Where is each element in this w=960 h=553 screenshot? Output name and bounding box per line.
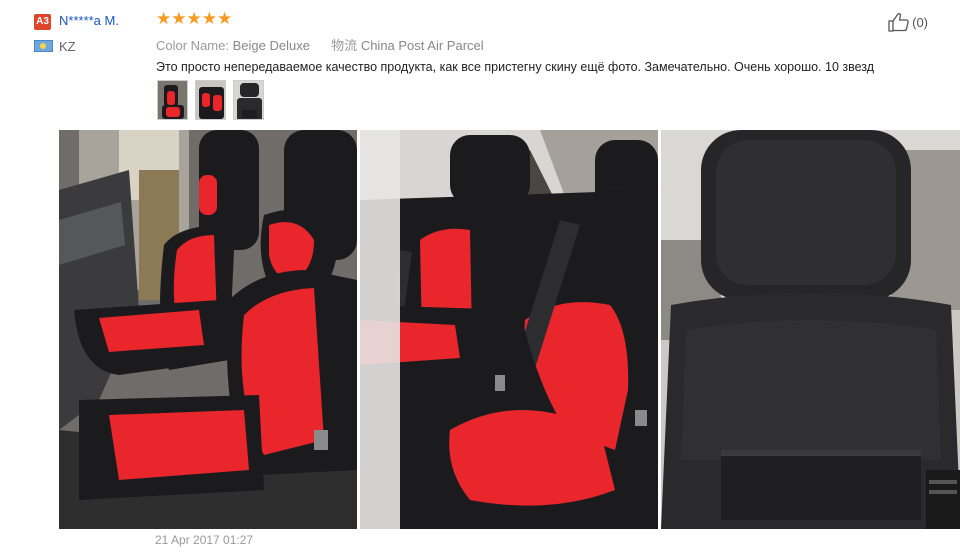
helpful-count: (0) <box>912 14 928 30</box>
flag-icon <box>34 40 53 52</box>
shipping-label: 物流 <box>331 38 358 53</box>
review-photo-front-seats[interactable] <box>59 130 357 529</box>
color-label: Color Name: <box>156 38 229 53</box>
photo-thumbnail[interactable] <box>195 80 226 120</box>
star-icon: ★ <box>217 9 233 28</box>
level-badge: A3 <box>34 14 51 30</box>
review-photo-rear-bench[interactable] <box>360 130 658 529</box>
review-text: Это просто непередаваемое качество проду… <box>156 60 875 74</box>
helpful-button[interactable]: (0) <box>888 12 928 32</box>
reviewer-name[interactable]: N*****a M. <box>59 13 119 28</box>
color-value: Beige Deluxe <box>232 38 310 53</box>
star-icon: ★ <box>171 9 187 28</box>
star-icon: ★ <box>156 9 172 28</box>
photo-thumbnail[interactable] <box>157 80 188 120</box>
review-photos <box>59 130 960 529</box>
star-icon: ★ <box>186 9 202 28</box>
thumbs-up-icon <box>888 13 909 32</box>
star-icon: ★ <box>201 9 217 28</box>
reviewer-country: KZ <box>59 39 76 54</box>
review-photo-seat-back[interactable] <box>661 130 960 529</box>
star-rating: ★ ★ ★ ★ ★ <box>156 10 232 28</box>
review-date: 21 Apr 2017 01:27 <box>155 533 254 547</box>
order-meta: Color Name: Beige Deluxe 物流 China Post A… <box>156 35 484 54</box>
photo-thumbnail[interactable] <box>233 80 264 120</box>
shipping-value: China Post Air Parcel <box>360 38 484 53</box>
photo-thumbnails <box>157 80 264 120</box>
